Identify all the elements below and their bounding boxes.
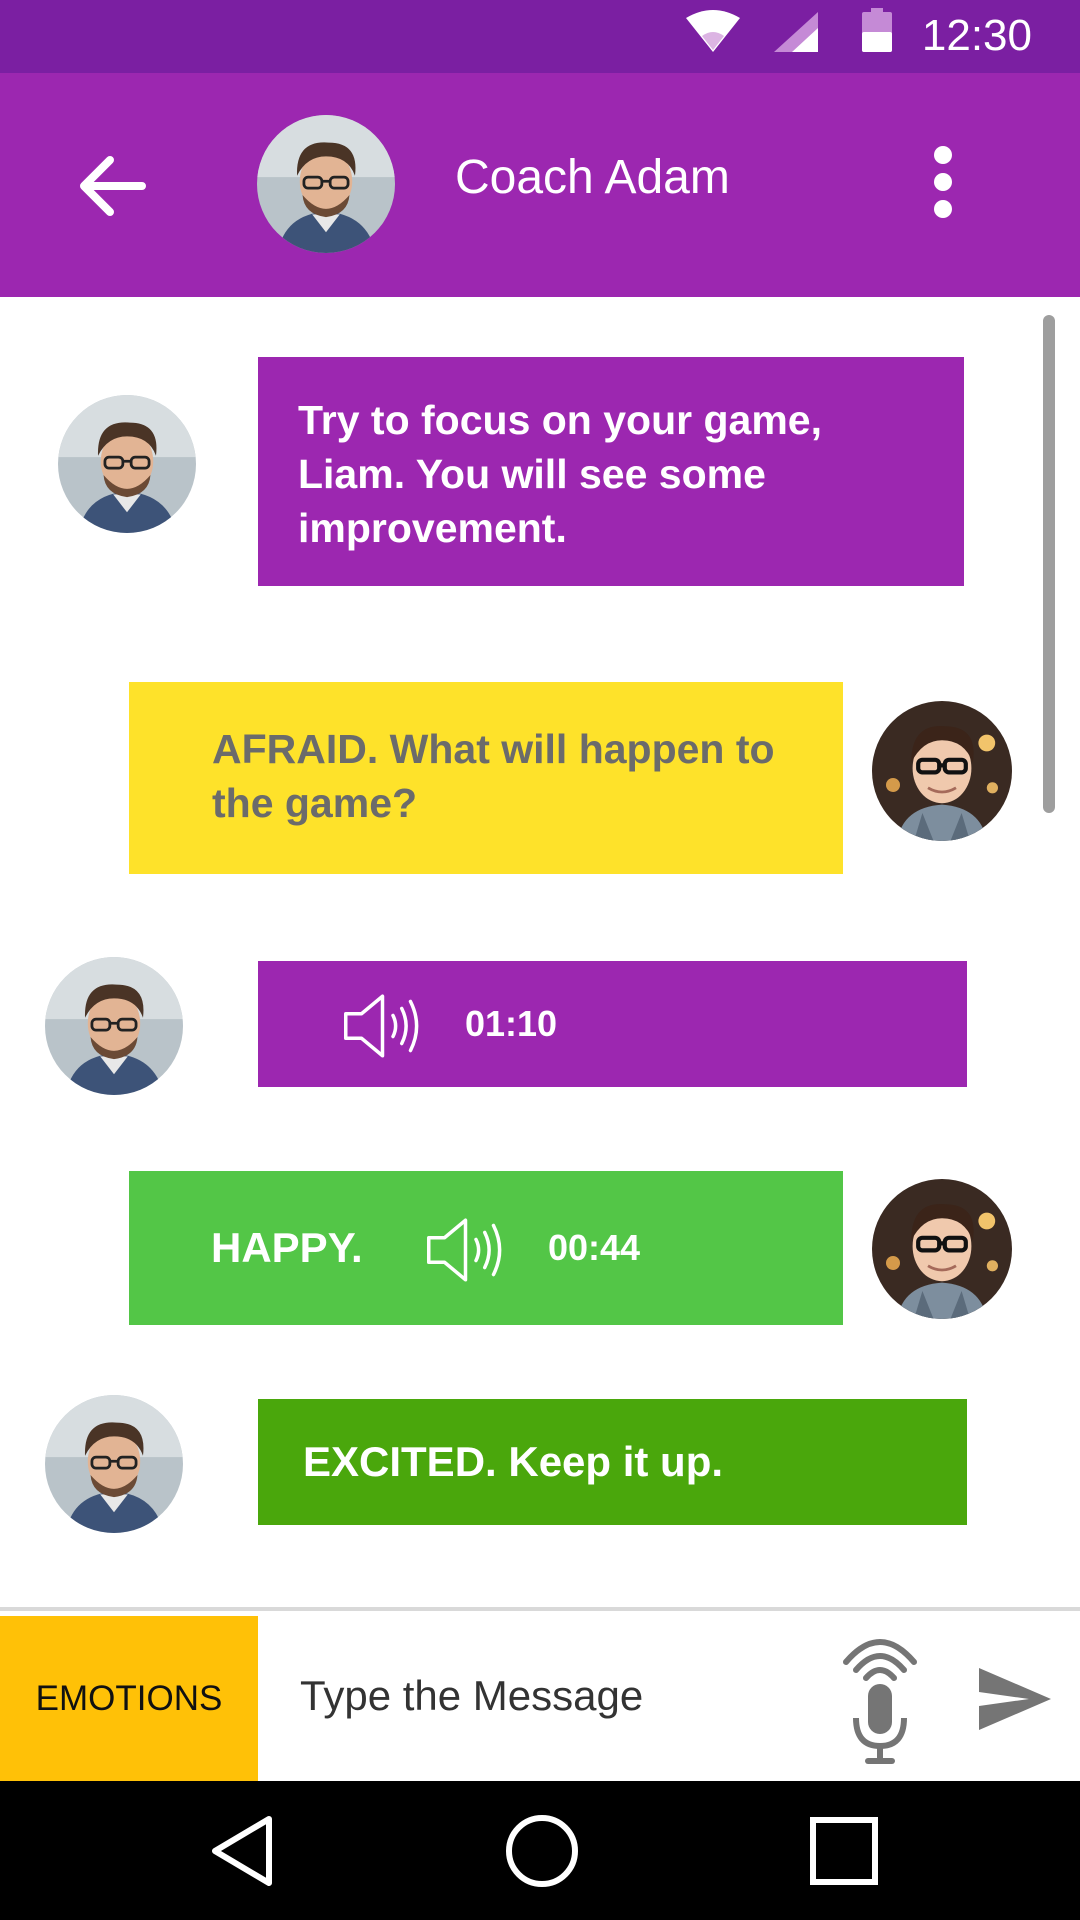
contact-avatar[interactable] xyxy=(257,115,395,253)
microphone-icon[interactable] xyxy=(840,1626,920,1766)
coach-avatar[interactable] xyxy=(45,957,183,1095)
speaker-icon[interactable] xyxy=(338,991,434,1061)
coach-avatar[interactable] xyxy=(45,1395,183,1533)
user-avatar[interactable] xyxy=(872,1179,1012,1319)
arrow-back-icon[interactable] xyxy=(70,141,160,231)
message-bubble[interactable]: Try to focus on your game, Liam. You wil… xyxy=(258,357,964,586)
status-bar: 12:30 xyxy=(0,0,1080,73)
scrollbar[interactable] xyxy=(1043,315,1055,813)
audio-message-bubble[interactable]: HAPPY. 00:44 xyxy=(129,1171,843,1325)
nav-recents-icon[interactable] xyxy=(804,1811,884,1891)
emotion-label: HAPPY. xyxy=(211,1224,363,1271)
emotions-button[interactable]: EMOTIONS xyxy=(0,1616,258,1781)
message-text: EXCITED. Keep it up. xyxy=(303,1438,724,1485)
input-bar: EMOTIONS xyxy=(0,1611,1080,1781)
battery-icon xyxy=(862,8,892,52)
nav-back-icon[interactable] xyxy=(203,1811,283,1891)
system-nav-bar xyxy=(0,1781,1080,1920)
user-avatar[interactable] xyxy=(872,701,1012,841)
more-vert-icon[interactable] xyxy=(918,143,968,253)
audio-duration: 00:44 xyxy=(548,1227,641,1268)
audio-message-bubble[interactable]: 01:10 xyxy=(258,961,967,1087)
message-text: AFRAID. What will happen to the game? xyxy=(212,726,775,826)
speaker-icon[interactable] xyxy=(421,1215,517,1285)
cellular-signal-icon xyxy=(774,12,818,52)
message-text: Try to focus on your game, Liam. You wil… xyxy=(298,397,822,551)
message-input[interactable] xyxy=(300,1631,820,1761)
wifi-icon xyxy=(686,10,740,52)
audio-duration: 01:10 xyxy=(465,1003,558,1044)
nav-home-icon[interactable] xyxy=(502,1811,582,1891)
message-bubble[interactable]: AFRAID. What will happen to the game? xyxy=(129,682,843,874)
app-bar: Coach Adam xyxy=(0,73,1080,297)
chat-list[interactable]: Try to focus on your game, Liam. You wil… xyxy=(0,297,1080,1607)
status-time: 12:30 xyxy=(921,11,1032,60)
contact-name: Coach Adam xyxy=(455,151,730,204)
send-icon[interactable] xyxy=(975,1664,1055,1734)
message-bubble[interactable]: EXCITED. Keep it up. xyxy=(258,1399,967,1525)
coach-avatar[interactable] xyxy=(58,395,196,533)
